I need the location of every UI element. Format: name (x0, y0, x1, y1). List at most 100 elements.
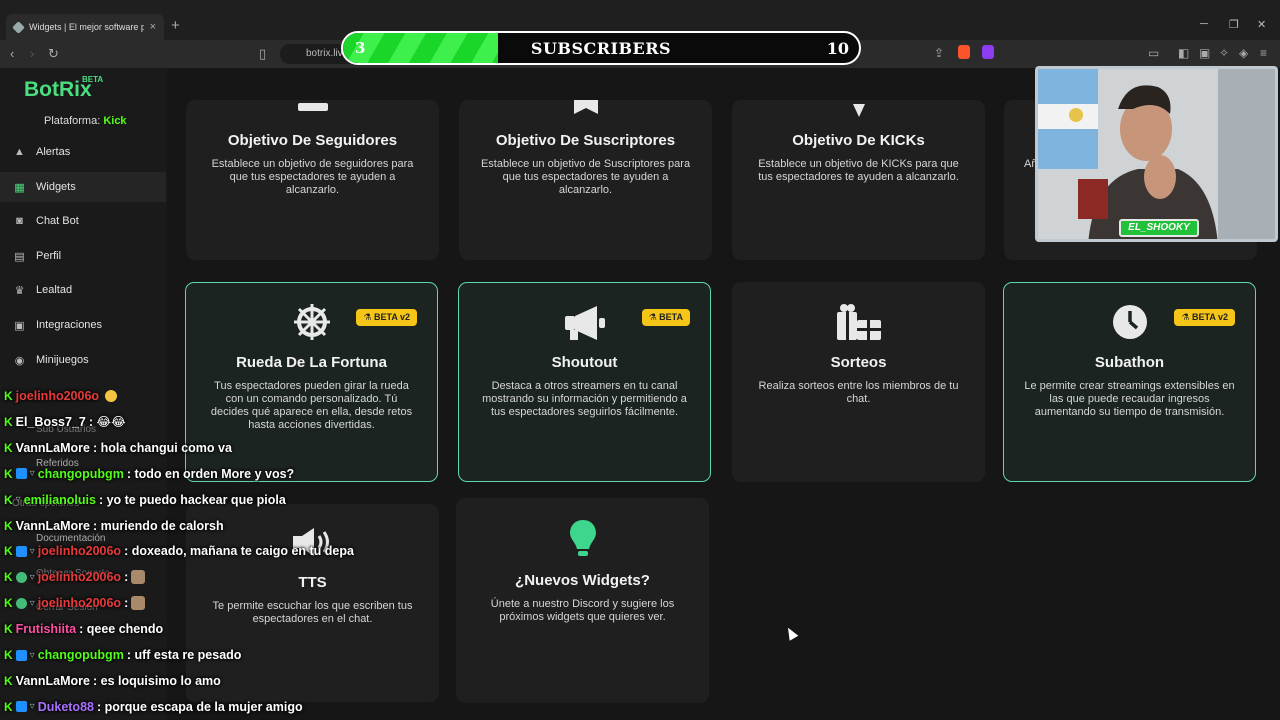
card-title: Sorteos (830, 354, 887, 371)
chat-text: : (124, 570, 129, 585)
streamer-webcam-image (1038, 69, 1275, 239)
vip-badge-icon: ▿ (29, 597, 35, 609)
robot-icon: ◙ (16, 215, 23, 227)
chat-username: joelinho2006o (15, 389, 100, 403)
chat-username: Duketo88 (37, 699, 94, 714)
kick-badge-icon: K (4, 596, 13, 611)
webcam-name-tag: EL_SHOOKY (1119, 219, 1199, 237)
widget-card-tts[interactable]: TTS Te permite escuchar los que escriben… (186, 504, 439, 702)
chat-text: : 😂😂 (88, 415, 126, 430)
card-description: Tus espectadores pueden girar la rueda c… (210, 380, 413, 431)
card-title: Objetivo De KICKs (792, 132, 925, 149)
chat-message: K ▿ joelinho2006o: (4, 594, 146, 612)
chat-username: Frutishiita (15, 622, 77, 637)
chat-message: K ▿ Duketo88: porque escapa de la mujer am… (4, 698, 303, 716)
wallet-icon[interactable]: ▣ (1199, 46, 1210, 60)
sidebar-item-widgets[interactable]: ▦ Widgets (0, 172, 166, 202)
chat-username: El_Boss7_7 (15, 414, 86, 429)
sidebar-item-integraciones[interactable]: ▣ Integraciones (0, 310, 166, 340)
sidebar-item-label: Perfil (36, 250, 62, 262)
logo-beta-badge: BETA (82, 75, 104, 84)
og-badge-icon (15, 571, 27, 583)
card-description: Únete a nuestro Discord y sugiere los pr… (490, 598, 675, 623)
chat-emote-icon (105, 390, 118, 402)
screen: Widgets | El mejor software para × + ─ ❐… (0, 0, 1280, 720)
close-window-icon[interactable]: ✕ (1257, 18, 1266, 31)
tab-close-icon[interactable]: × (150, 21, 156, 33)
star-icon (459, 100, 712, 121)
forward-icon[interactable]: › (30, 46, 34, 61)
kick-badge-icon: K (4, 518, 13, 533)
kick-badge-icon: K (4, 648, 13, 662)
users-icon (186, 100, 439, 118)
sidebar-toggle-icon[interactable]: ◧ (1178, 46, 1189, 60)
kick-badge-icon: K (4, 544, 13, 559)
widget-card-seguidores[interactable]: Objetivo De Seguidores Establece un obje… (186, 100, 439, 260)
lightbulb-icon (456, 518, 709, 563)
chat-username: VannLaMore (15, 440, 90, 455)
leo-icon[interactable]: ✧ (1219, 46, 1229, 60)
chat-text: : muriendo de calorsh (93, 518, 224, 533)
chat-message: K Frutishiita: qeee chendo (4, 620, 163, 638)
chat-text: : qeee chendo (79, 622, 164, 637)
card-title: ¿Nuevos Widgets? (515, 572, 650, 589)
new-tab-icon[interactable]: + (171, 17, 180, 34)
sidebar-item-label: Integraciones (36, 319, 103, 331)
reader-icon[interactable]: ▭ (1148, 46, 1159, 60)
widget-card-nuevos[interactable]: ¿Nuevos Widgets? Únete a nuestro Discord… (456, 498, 709, 703)
sidebar-item-chat-bot[interactable]: ◙ Chat Bot (0, 206, 166, 236)
card-description: Realiza sorteos entre los miembros de tu… (758, 380, 959, 405)
layers-icon: ▣ (14, 319, 25, 332)
chat-username: changopubgm (37, 648, 124, 662)
card-description: Establece un objetivo de seguidores para… (211, 158, 414, 196)
widget-card-shoutout[interactable]: ⚗ BETA Shoutout Destaca a otros streamer… (458, 282, 711, 482)
minimize-icon[interactable]: ─ (1200, 18, 1208, 30)
platform-value: Kick (103, 115, 127, 127)
sidebar-item-label: Minijuegos (36, 354, 89, 366)
chat-message: K VannLaMore: muriendo de calorsh (4, 517, 224, 535)
chat-message: K ▿ changopubgm: uff esta re pesado (4, 646, 241, 664)
card-title: Objetivo De Seguidores (227, 132, 398, 149)
chat-message: K ▿ joelinho2006o: doxeado, mañana te caig… (4, 542, 354, 560)
chat-username: VannLaMore (15, 673, 90, 688)
maximize-icon[interactable]: ❐ (1229, 18, 1239, 31)
chat-username: VannLaMore (15, 518, 90, 533)
chat-username: joelinho2006o (37, 570, 122, 585)
kick-badge-icon: K (4, 699, 13, 714)
grid-icon: ▦ (14, 181, 25, 194)
share-icon[interactable]: ⇪ (934, 46, 944, 60)
widget-card-sorteos[interactable]: Sorteos Realiza sorteos entre los miembr… (732, 282, 985, 482)
card-description: Le permite crear streamings extensibles … (1024, 380, 1235, 418)
chat-username: joelinho2006o (37, 596, 122, 611)
subscriber-badge-icon (15, 545, 27, 557)
vip-badge-icon: ▿ (29, 571, 35, 583)
kick-badge-icon: K (4, 673, 13, 688)
browser-tab[interactable]: Widgets | El mejor software para × (6, 14, 164, 40)
widget-card-kicks[interactable]: Objetivo De KICKs Establece un objetivo … (732, 100, 985, 260)
tab-title: Widgets | El mejor software para (29, 22, 144, 32)
chat-text: : hola changui como va (93, 440, 232, 455)
chat-message: K ▿ joelinho2006o: (4, 568, 146, 586)
chat-text: : uff esta re pesado (126, 648, 242, 662)
subscriber-badge-icon (15, 468, 27, 480)
sidebar-item-perfil[interactable]: ▤ Perfil (0, 241, 166, 271)
brave-shield-icon[interactable] (958, 45, 970, 59)
sidebar-item-alertas[interactable]: ▲ Alertas (0, 137, 166, 167)
menu-icon[interactable]: ≡ (1260, 46, 1267, 60)
brave-rewards-icon[interactable] (982, 45, 994, 59)
back-icon[interactable]: ‹ (10, 46, 14, 61)
chat-message: K El_Boss7_7: 😂😂 (4, 413, 126, 431)
widget-card-suscriptores[interactable]: Objetivo De Suscriptores Establece un ob… (459, 100, 712, 260)
vpn-icon[interactable]: ◈ (1239, 46, 1248, 60)
reload-icon[interactable]: ↻ (48, 46, 59, 62)
widget-card-subathon[interactable]: ⚗ BETA v2 Subathon Le permite crear stre… (1003, 282, 1256, 482)
sidebar-item-lealtad[interactable]: ♛ Lealtad (0, 275, 166, 305)
kick-badge-icon: K (4, 414, 13, 429)
tab-favicon-icon (12, 20, 25, 34)
card-title: Rueda De La Fortuna (236, 354, 387, 371)
kick-badge-icon: K (4, 466, 13, 481)
vip-badge-icon: ▿ (29, 468, 35, 480)
card-title: Objetivo De Suscriptores (495, 132, 676, 149)
sidebar-item-minijuegos[interactable]: ◉ Minijuegos (0, 345, 166, 375)
bookmark-icon[interactable]: ▯ (259, 46, 266, 62)
